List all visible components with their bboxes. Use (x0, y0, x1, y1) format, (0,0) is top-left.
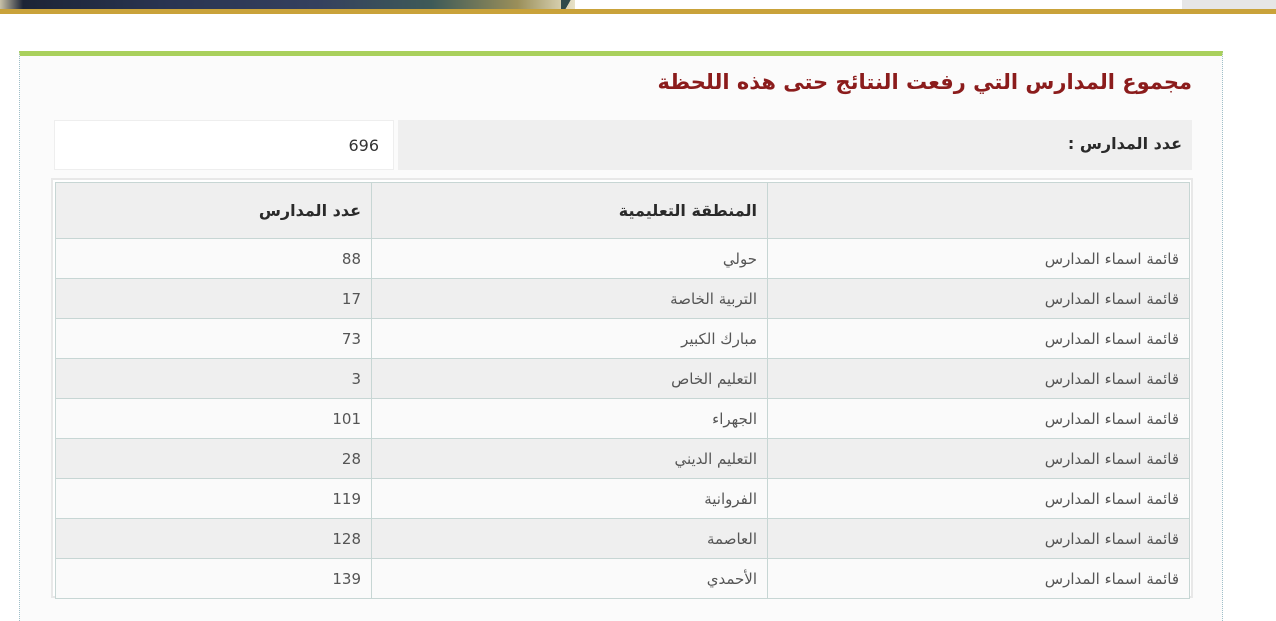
table-row: قائمة اسماء المدارس الجهراء 101 (55, 398, 1190, 439)
region-school-count: 3 (55, 358, 372, 399)
school-list-link-cell: قائمة اسماء المدارس (767, 518, 1190, 559)
region-name: التربية الخاصة (371, 278, 768, 319)
region-name: الفروانية (371, 478, 768, 519)
table-row: قائمة اسماء المدارس التعليم الديني 28 (55, 438, 1190, 479)
table-row: قائمة اسماء المدارس حولي 88 (55, 238, 1190, 279)
school-list-link[interactable]: قائمة اسماء المدارس (1045, 490, 1179, 508)
header-links (767, 182, 1190, 239)
region-name: العاصمة (371, 518, 768, 559)
header-count: عدد المدارس (55, 182, 372, 239)
school-list-link[interactable]: قائمة اسماء المدارس (1045, 570, 1179, 588)
table-row: قائمة اسماء المدارس الفروانية 119 (55, 478, 1190, 519)
table-header-row: المنطقة التعليمية عدد المدارس (55, 182, 1190, 239)
region-name: مبارك الكبير (371, 318, 768, 359)
school-count-value: 696 (348, 136, 379, 155)
region-school-count: 119 (55, 478, 372, 519)
region-name: الجهراء (371, 398, 768, 439)
school-list-link-cell: قائمة اسماء المدارس (767, 558, 1190, 599)
school-list-link[interactable]: قائمة اسماء المدارس (1045, 290, 1179, 308)
banner-slash (561, 0, 575, 9)
school-list-link[interactable]: قائمة اسماء المدارس (1045, 330, 1179, 348)
school-list-link[interactable]: قائمة اسماء المدارس (1045, 530, 1179, 548)
school-list-link-cell: قائمة اسماء المدارس (767, 358, 1190, 399)
school-list-link-cell: قائمة اسماء المدارس (767, 478, 1190, 519)
table-row: قائمة اسماء المدارس الأحمدي 139 (55, 558, 1190, 599)
regions-table: المنطقة التعليمية عدد المدارس قائمة اسما… (55, 182, 1190, 599)
header-region: المنطقة التعليمية (371, 182, 768, 239)
banner-right-block (1182, 0, 1276, 9)
school-count-row: 696 عدد المدارس : (54, 120, 1192, 170)
region-school-count: 139 (55, 558, 372, 599)
region-school-count: 17 (55, 278, 372, 319)
school-list-link[interactable]: قائمة اسماء المدارس (1045, 250, 1179, 268)
region-school-count: 73 (55, 318, 372, 359)
school-list-link-cell: قائمة اسماء المدارس (767, 438, 1190, 479)
table-row: قائمة اسماء المدارس العاصمة 128 (55, 518, 1190, 559)
table-row: قائمة اسماء المدارس مبارك الكبير 73 (55, 318, 1190, 359)
region-name: التعليم الديني (371, 438, 768, 479)
page-title: مجموع المدارس التي رفعت النتائج حتى هذه … (657, 70, 1192, 94)
region-name: الأحمدي (371, 558, 768, 599)
banner-gold-line (0, 9, 1276, 14)
school-count-label: عدد المدارس : (1067, 134, 1182, 153)
school-list-link[interactable]: قائمة اسماء المدارس (1045, 410, 1179, 428)
school-count-value-cell: 696 (54, 120, 394, 170)
school-count-label-cell: عدد المدارس : (398, 120, 1192, 170)
banner-image (0, 0, 575, 9)
region-school-count: 88 (55, 238, 372, 279)
table-row: قائمة اسماء المدارس التعليم الخاص 3 (55, 358, 1190, 399)
region-school-count: 128 (55, 518, 372, 559)
school-list-link[interactable]: قائمة اسماء المدارس (1045, 450, 1179, 468)
region-school-count: 101 (55, 398, 372, 439)
region-name: حولي (371, 238, 768, 279)
region-name: التعليم الخاص (371, 358, 768, 399)
school-list-link-cell: قائمة اسماء المدارس (767, 398, 1190, 439)
school-list-link[interactable]: قائمة اسماء المدارس (1045, 370, 1179, 388)
regions-table-wrapper: المنطقة التعليمية عدد المدارس قائمة اسما… (51, 178, 1193, 599)
results-panel: مجموع المدارس التي رفعت النتائج حتى هذه … (19, 51, 1223, 621)
school-list-link-cell: قائمة اسماء المدارس (767, 318, 1190, 359)
top-banner (0, 0, 1276, 14)
school-list-link-cell: قائمة اسماء المدارس (767, 238, 1190, 279)
table-row: قائمة اسماء المدارس التربية الخاصة 17 (55, 278, 1190, 319)
region-school-count: 28 (55, 438, 372, 479)
school-list-link-cell: قائمة اسماء المدارس (767, 278, 1190, 319)
